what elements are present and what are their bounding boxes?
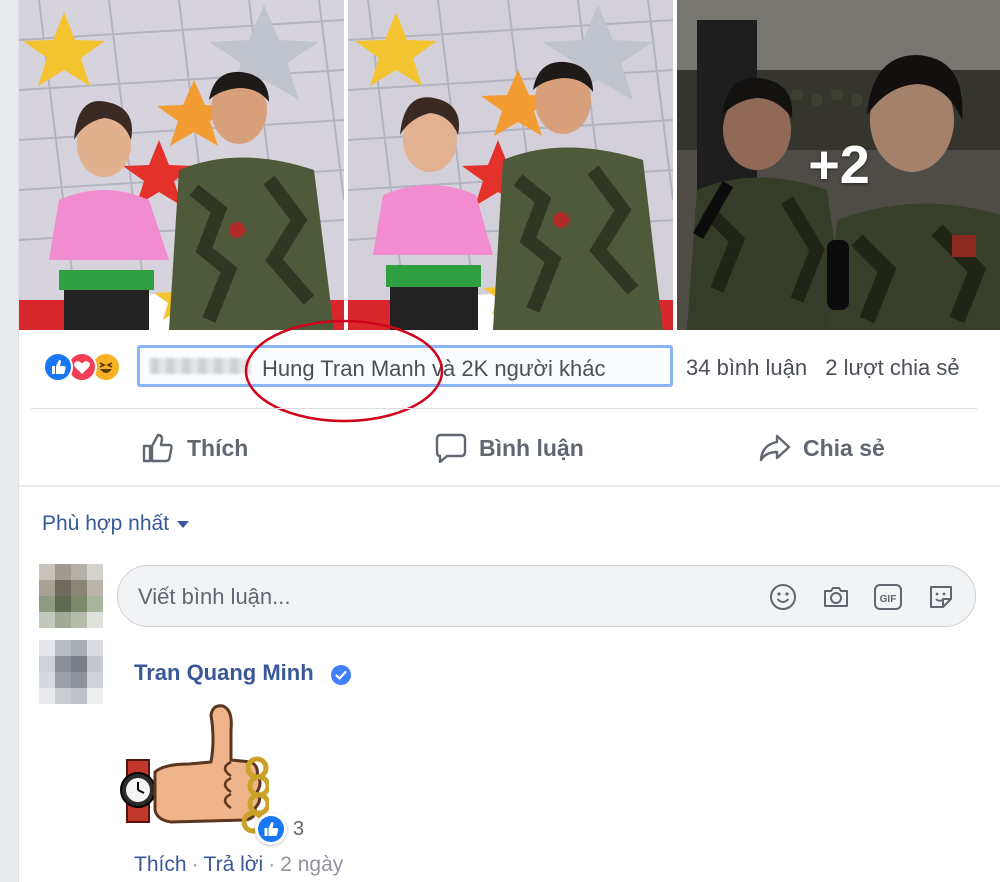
post-photo-1[interactable]	[19, 0, 344, 330]
emoji-icon[interactable]	[768, 582, 798, 612]
like-badge-icon	[255, 813, 287, 845]
post-photo-2[interactable]	[348, 0, 673, 330]
current-user-avatar[interactable]	[39, 564, 103, 628]
svg-text:GIF: GIF	[880, 594, 897, 605]
sticker-icon[interactable]	[926, 582, 956, 612]
like-button-label: Thích	[187, 434, 249, 461]
post-card: +2 Hung Tran Manh và 2K người khác 34 bì…	[18, 0, 1000, 882]
comment-sort-dropdown[interactable]: Phù hợp nhất	[42, 512, 190, 536]
like-reaction-icon	[43, 352, 73, 382]
caret-down-icon	[177, 520, 190, 528]
post-stats: 34 bình luận 2 lượt chia sẻ	[686, 355, 960, 381]
like-button[interactable]: Thích	[139, 428, 248, 468]
share-arrow-icon	[759, 434, 791, 462]
more-photos-count[interactable]: +2	[677, 0, 1000, 330]
thumbs-up-sticker	[120, 704, 269, 834]
gif-icon[interactable]: GIF	[873, 582, 903, 612]
comment-count-link[interactable]: 34 bình luận	[686, 355, 807, 380]
comment-like-link[interactable]: Thích	[134, 853, 187, 876]
reaction-names-highlight[interactable]: Hung Tran Manh và 2K người khác	[137, 345, 673, 387]
post-photo-3[interactable]: +2	[677, 0, 1000, 330]
share-count-link[interactable]: 2 lượt chia sẻ	[825, 355, 959, 380]
comment-sort-label: Phù hợp nhất	[42, 512, 170, 535]
blurred-name	[150, 358, 250, 374]
camera-icon[interactable]	[821, 582, 851, 612]
thumbs-up-icon	[142, 433, 173, 463]
comment-reaction-badge[interactable]: 3	[255, 812, 304, 846]
photo-1-image	[19, 0, 344, 330]
verified-badge-icon	[331, 665, 351, 685]
share-button-label: Chia sẻ	[803, 434, 885, 461]
reaction-names-text[interactable]: Hung Tran Manh và 2K người khác	[262, 356, 605, 382]
comment-actions: Thích · Trả lời · 2 ngày	[134, 853, 343, 877]
section-separator	[19, 485, 1000, 487]
comment-button[interactable]: Bình luận	[433, 428, 584, 468]
separator-dot: ·	[268, 853, 276, 876]
comment-input[interactable]	[136, 580, 740, 614]
divider	[31, 408, 977, 409]
comment-reaction-count: 3	[293, 817, 305, 840]
photo-2-image	[348, 0, 673, 330]
comment-bubble-icon	[435, 433, 467, 464]
commenter-avatar[interactable]	[39, 640, 103, 704]
share-button[interactable]: Chia sẻ	[757, 428, 885, 468]
separator-dot: ·	[191, 853, 199, 876]
comment-input-box[interactable]: GIF	[117, 565, 976, 627]
commenter-name[interactable]: Tran Quang Minh	[134, 660, 314, 686]
comment-button-label: Bình luận	[479, 434, 584, 461]
comment-timestamp[interactable]: 2 ngày	[280, 853, 343, 876]
comment-reply-link[interactable]: Trả lời	[204, 853, 264, 876]
